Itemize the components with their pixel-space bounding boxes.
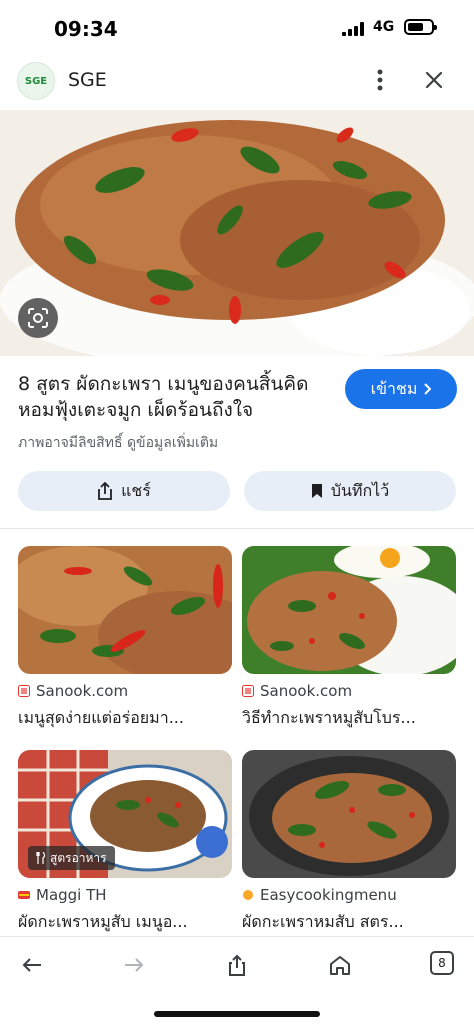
arrow-left-icon	[22, 958, 41, 972]
result-image[interactable]	[0, 110, 474, 356]
recipe-tag: สูตรอาหาร	[28, 846, 115, 870]
status-bar: 09:34 4G	[0, 0, 474, 56]
more-options-button[interactable]	[368, 62, 392, 98]
bottom-toolbar: 8	[0, 936, 474, 1024]
more-vert-icon	[377, 69, 383, 91]
home-button[interactable]	[322, 949, 358, 981]
divider	[0, 528, 474, 529]
network-type: 4G	[373, 19, 395, 35]
viewer-header: SGE SGE	[0, 56, 474, 108]
result-title[interactable]: 8 สูตร ผัดกะเพรา เมนูของคนสิ้นคิด หอมฟุ้…	[18, 371, 340, 423]
close-button[interactable]	[418, 62, 450, 98]
home-indicator	[154, 1011, 320, 1017]
related-thumbnail[interactable]	[18, 546, 232, 674]
close-icon	[425, 71, 443, 89]
lens-icon	[28, 308, 48, 328]
related-caption[interactable]: ผัดกะเพราหมูสับ เมนูอ...	[18, 910, 232, 935]
related-source[interactable]: Sanook.com	[18, 682, 128, 700]
bookmark-icon	[311, 484, 322, 498]
signal-icon	[342, 22, 366, 36]
related-source[interactable]: Sanook.com	[242, 682, 352, 700]
easycooking-favicon	[243, 890, 253, 900]
related-thumbnail[interactable]	[242, 750, 456, 878]
visit-button[interactable]: เข้าชม	[345, 369, 457, 409]
battery-icon	[404, 19, 437, 35]
arrow-right-icon	[125, 958, 144, 972]
share-icon	[229, 954, 245, 976]
home-icon	[330, 956, 350, 975]
tab-switcher-button[interactable]: 8	[430, 951, 454, 975]
forward-button[interactable]	[116, 949, 152, 981]
hero-food-photo	[0, 110, 474, 356]
share-button[interactable]: แชร์	[18, 471, 230, 511]
copyright-note[interactable]: ภาพอาจมีลิขสิทธิ์ ดูข้อมูลเพิ่มเติม	[18, 432, 218, 454]
related-caption[interactable]: ผัดกะเพราหมสับ สตร...	[242, 910, 456, 935]
site-logo[interactable]: SGE	[17, 62, 55, 100]
related-thumbnail[interactable]	[242, 546, 456, 674]
sanook-favicon	[242, 685, 254, 697]
related-source[interactable]: Maggi TH	[18, 886, 107, 904]
share-icon	[98, 482, 113, 500]
back-button[interactable]	[14, 949, 50, 981]
related-source[interactable]: Easycookingmenu	[242, 886, 397, 904]
related-thumbnail[interactable]: สูตรอาหาร	[18, 750, 232, 878]
status-time: 09:34	[54, 17, 118, 41]
utensils-icon	[36, 852, 46, 864]
related-caption[interactable]: เมนูสุดง่ายแต่อร่อยมา...	[18, 706, 232, 731]
site-name[interactable]: SGE	[68, 69, 107, 91]
share-page-button[interactable]	[219, 949, 255, 981]
maggi-favicon	[18, 891, 30, 899]
save-button[interactable]: บันทึกไว้	[244, 471, 456, 511]
chevron-right-icon	[424, 383, 432, 395]
lens-search-button[interactable]	[18, 298, 58, 338]
sanook-favicon	[18, 685, 30, 697]
related-caption[interactable]: วิธีทำกะเพราหมูสับโบร...	[242, 706, 456, 731]
